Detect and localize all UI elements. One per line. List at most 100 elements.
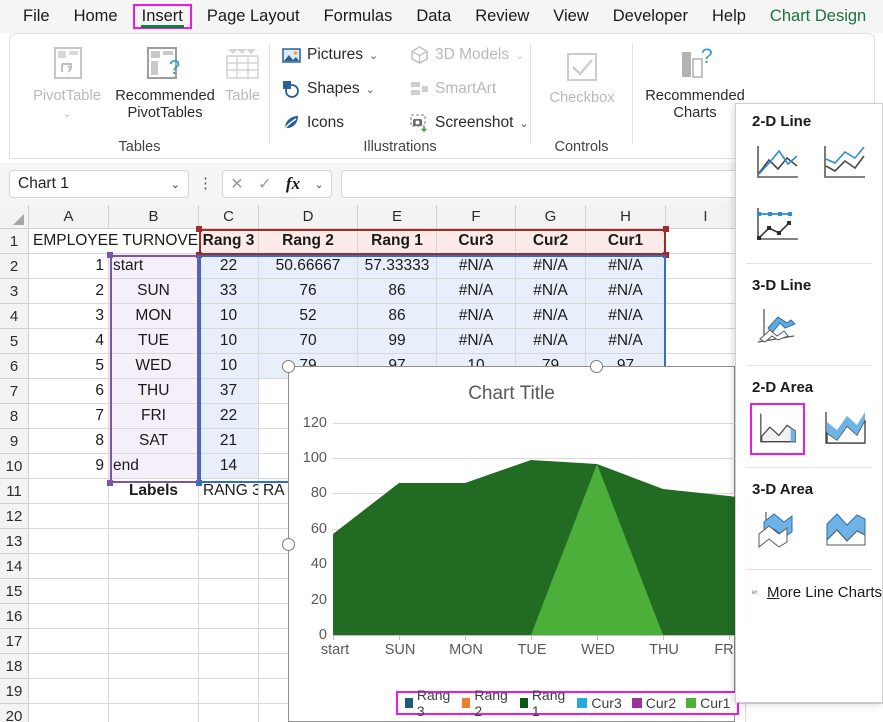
cell-empty-r13-c1[interactable] (109, 529, 199, 554)
row-header-14[interactable]: 14 (0, 554, 29, 579)
cell-b11-labels[interactable]: Labels (109, 479, 199, 504)
pivottable-button[interactable]: PivotTable ⌄ (22, 46, 112, 123)
selection-handle-purple-bl[interactable] (107, 480, 113, 486)
chart-plot-area[interactable]: 120 100 80 60 40 20 0 (289, 413, 736, 671)
cell-empty-r16-c1[interactable] (109, 604, 199, 629)
gallery-item-stacked-3d-area[interactable] (817, 505, 872, 557)
legend-item-cur2[interactable]: Cur2 (632, 695, 676, 711)
cell-c11[interactable]: RANG 3: (199, 479, 259, 504)
cell-empty-r20-c2[interactable] (199, 704, 259, 722)
cell-empty-r18-c1[interactable] (109, 654, 199, 679)
column-header-b[interactable]: B (109, 205, 199, 229)
cell-C2[interactable]: 22 (199, 254, 259, 279)
recommended-pivottables-button[interactable]: ? Recommended PivotTables (110, 46, 220, 122)
cell-b2[interactable]: start (109, 254, 199, 279)
legend-item-rang1[interactable]: Rang 1 (520, 687, 567, 719)
legend-item-cur3[interactable]: Cur3 (577, 695, 621, 711)
cell-empty-r14-c0[interactable] (29, 554, 109, 579)
cell-empty-r15-c1[interactable] (109, 579, 199, 604)
cell-H4[interactable]: #N/A (586, 304, 666, 329)
cell-i3[interactable] (666, 279, 746, 304)
cell-G5[interactable]: #N/A (516, 329, 586, 354)
cell-C10[interactable]: 14 (199, 454, 259, 479)
cell-empty-r12-c2[interactable] (199, 504, 259, 529)
cell-F2[interactable]: #N/A (437, 254, 516, 279)
cell-E5[interactable]: 99 (358, 329, 437, 354)
row-header-2[interactable]: 2 (0, 254, 29, 279)
icons-button[interactable]: Icons (282, 114, 344, 132)
row-header-12[interactable]: 12 (0, 504, 29, 529)
cell-empty-r18-c0[interactable] (29, 654, 109, 679)
pictures-button[interactable]: Pictures ⌄ (282, 46, 378, 64)
shapes-button[interactable]: Shapes ⌄ (282, 80, 375, 98)
row-header-7[interactable]: 7 (0, 379, 29, 404)
cell-empty-r12-c0[interactable] (29, 504, 109, 529)
screenshot-chevron-icon[interactable]: ⌄ (519, 117, 528, 130)
cell-C6[interactable]: 10 (199, 354, 259, 379)
cell-i1[interactable] (666, 229, 746, 254)
tab-help[interactable]: Help (703, 4, 755, 29)
cell-b9[interactable]: SAT (109, 429, 199, 454)
cell-empty-r17-c1[interactable] (109, 629, 199, 654)
cell-E3[interactable]: 86 (358, 279, 437, 304)
cell-E4[interactable]: 86 (358, 304, 437, 329)
cell-i4[interactable] (666, 304, 746, 329)
smartart-button[interactable]: SmartArt (410, 80, 496, 98)
tab-home[interactable]: Home (65, 4, 127, 29)
cell-C5[interactable]: 10 (199, 329, 259, 354)
checkbox-button[interactable]: Checkbox (538, 50, 626, 107)
row-header-10[interactable]: 10 (0, 454, 29, 479)
gallery-item-stacked-area[interactable] (817, 403, 872, 455)
row-header-4[interactable]: 4 (0, 304, 29, 329)
chart-object[interactable]: Chart Title 120 100 80 60 40 20 0 (288, 366, 735, 722)
selection-handle-red-br[interactable] (663, 252, 669, 258)
tab-page-layout[interactable]: Page Layout (198, 4, 309, 29)
selection-handle-red-tr[interactable] (663, 226, 669, 232)
gallery-more-line-charts-item[interactable]: More Line Charts (736, 574, 882, 607)
cell-b5[interactable]: TUE (109, 329, 199, 354)
gallery-item-100-stacked-line-markers[interactable] (750, 199, 805, 251)
cell-empty-r20-c9[interactable] (746, 704, 883, 722)
3d-models-button[interactable]: 3D Models ⌄ (410, 46, 524, 64)
cell-a9[interactable]: 8 (29, 429, 109, 454)
cell-a2[interactable]: 1 (29, 254, 109, 279)
cell-i2[interactable] (666, 254, 746, 279)
cell-H5[interactable]: #N/A (586, 329, 666, 354)
cell-empty-r17-c2[interactable] (199, 629, 259, 654)
cell-empty-r14-c1[interactable] (109, 554, 199, 579)
cell-a1-title[interactable]: EMPLOYEE TURNOVER (29, 229, 199, 254)
recommended-charts-button[interactable]: ? Recommended Charts (640, 46, 750, 122)
column-header-c[interactable]: C (199, 205, 259, 229)
column-header-f[interactable]: F (437, 205, 516, 229)
row-header-18[interactable]: 18 (0, 654, 29, 679)
cell-empty-r20-c1[interactable] (109, 704, 199, 722)
row-header-15[interactable]: 15 (0, 579, 29, 604)
column-header-i[interactable]: I (666, 205, 746, 229)
cell-a8[interactable]: 7 (29, 404, 109, 429)
chart-handle-top-left[interactable] (282, 360, 295, 373)
cell-b8[interactable]: FRI (109, 404, 199, 429)
cell-F4[interactable]: #N/A (437, 304, 516, 329)
cell-empty-r15-c2[interactable] (199, 579, 259, 604)
gallery-item-line[interactable] (750, 137, 805, 189)
selection-handle-blue-bl[interactable] (196, 480, 202, 486)
cell-b3[interactable]: SUN (109, 279, 199, 304)
cell-G3[interactable]: #N/A (516, 279, 586, 304)
cell-F3[interactable]: #N/A (437, 279, 516, 304)
cell-a3[interactable]: 2 (29, 279, 109, 304)
cell-empty-r13-c2[interactable] (199, 529, 259, 554)
cell-empty-r12-c1[interactable] (109, 504, 199, 529)
cell-a10[interactable]: 9 (29, 454, 109, 479)
cell-empty-r18-c2[interactable] (199, 654, 259, 679)
row-header-11[interactable]: 11 (0, 479, 29, 504)
gallery-item-3d-line[interactable] (750, 301, 805, 353)
cell-header-rang-3[interactable]: Rang 3 (199, 229, 259, 254)
chart-type-gallery[interactable]: 2-D Line (735, 103, 883, 703)
tab-developer[interactable]: Developer (604, 4, 697, 29)
tab-formulas[interactable]: Formulas (315, 4, 402, 29)
cell-b7[interactable]: THU (109, 379, 199, 404)
row-header-5[interactable]: 5 (0, 329, 29, 354)
cell-C7[interactable]: 37 (199, 379, 259, 404)
tab-review[interactable]: Review (466, 4, 538, 29)
formula-chevron-down-icon[interactable]: ⌄ (315, 178, 324, 191)
